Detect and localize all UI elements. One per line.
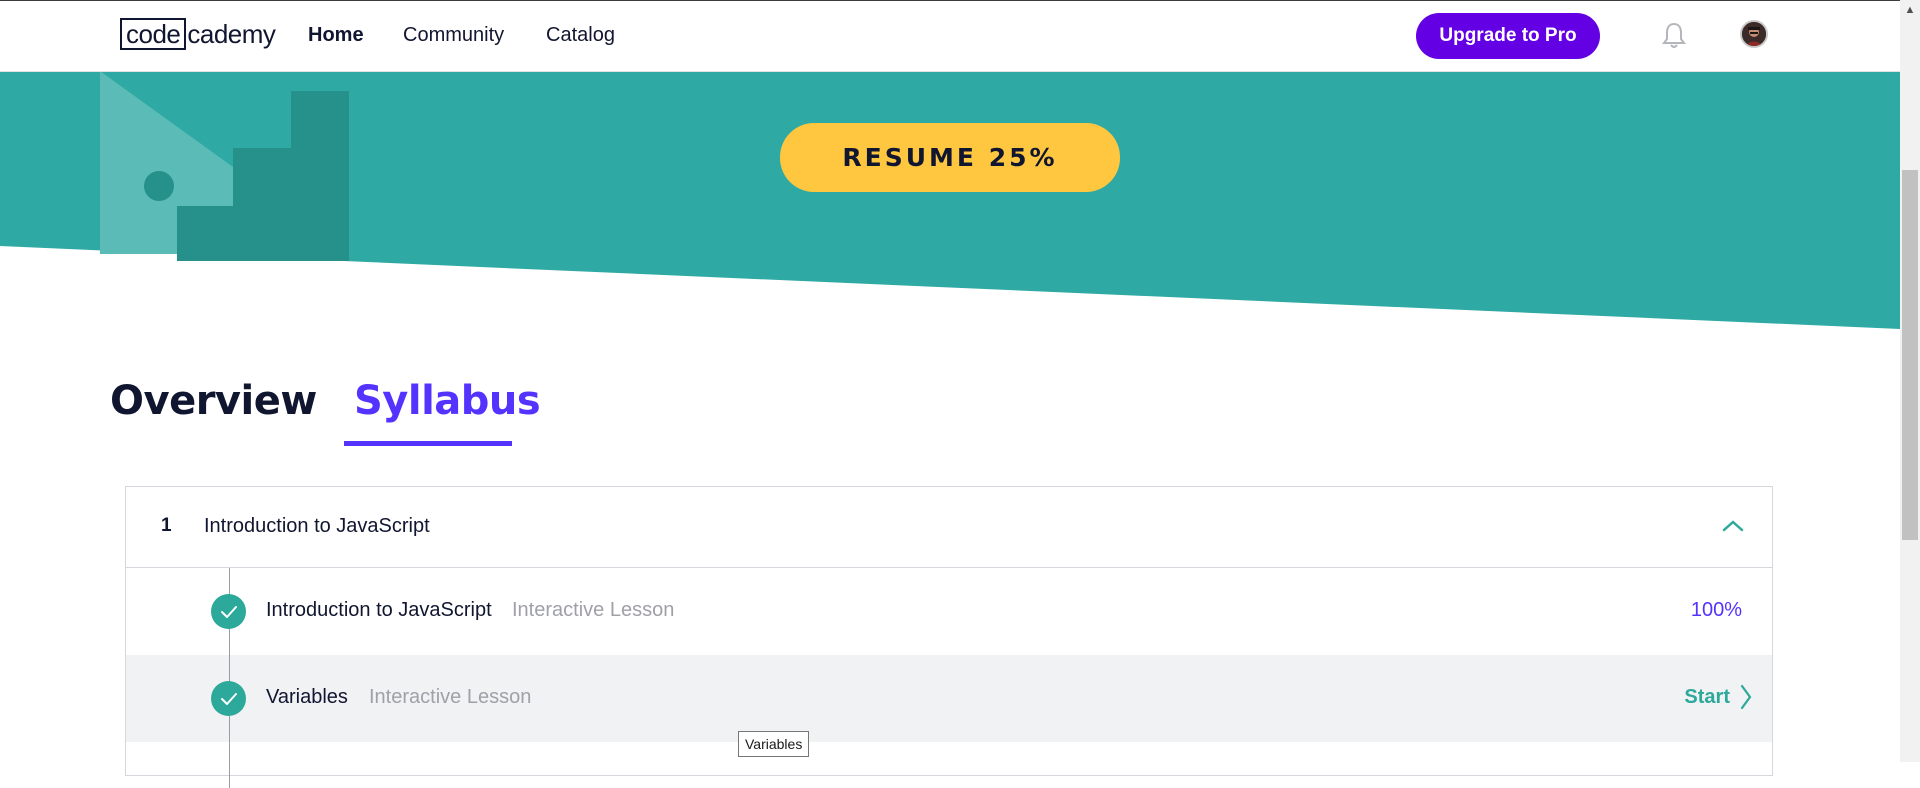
upgrade-to-pro-button[interactable]: Upgrade to Pro: [1416, 13, 1600, 59]
chevron-up-icon[interactable]: [1720, 515, 1746, 537]
lesson-type: Interactive Lesson: [369, 686, 532, 708]
lesson-row[interactable]: Introduction to JavaScript Interactive L…: [126, 568, 1772, 655]
active-tab-indicator: [344, 441, 512, 446]
tab-syllabus[interactable]: Syllabus: [354, 378, 541, 424]
chevron-right-icon: [1740, 684, 1752, 710]
start-label: Start: [1684, 685, 1730, 708]
lesson-type: Interactive Lesson: [512, 599, 675, 621]
course-hero-banner: RESUME 25%: [0, 71, 1900, 331]
bell-icon[interactable]: [1661, 22, 1687, 50]
codecademy-logo[interactable]: code cademy: [120, 17, 276, 51]
lesson-start-button[interactable]: Start: [1684, 684, 1752, 710]
hover-tooltip: Variables: [738, 731, 810, 757]
resume-course-button[interactable]: RESUME 25%: [780, 123, 1120, 192]
nav-catalog-link[interactable]: Catalog: [546, 0, 615, 71]
logo-text: cademy: [187, 18, 276, 49]
module-header[interactable]: 1 Introduction to JavaScript: [126, 487, 1772, 568]
lesson-row[interactable]: Variables Interactive Lesson Start: [126, 655, 1772, 742]
completed-check-icon: [211, 681, 246, 716]
user-avatar[interactable]: [1740, 20, 1768, 48]
scroll-up-arrow-icon[interactable]: ▲: [1900, 0, 1920, 20]
syllabus-module-card: 1 Introduction to JavaScript Introductio…: [125, 486, 1773, 788]
module-number: 1: [161, 515, 172, 536]
top-navigation-bar: code cademy Home Community Catalog Upgrad…: [0, 0, 1900, 72]
logo-code-box: code: [120, 18, 187, 50]
avatar-icon: [1742, 22, 1766, 46]
lesson-progress-percent: 100%: [1690, 599, 1742, 621]
nav-home-link[interactable]: Home: [308, 0, 364, 71]
nav-community-link[interactable]: Community: [403, 0, 504, 71]
lesson-name: Variables: [266, 686, 348, 708]
completed-check-icon: [211, 594, 246, 629]
module-title: Introduction to JavaScript: [204, 515, 430, 537]
page-scrollbar[interactable]: ▲: [1900, 0, 1920, 762]
hero-background-illustration: [0, 71, 1900, 329]
tab-overview[interactable]: Overview: [110, 378, 317, 424]
scrollbar-thumb[interactable]: [1902, 170, 1918, 540]
lesson-name: Introduction to JavaScript: [266, 599, 492, 621]
window-top-edge: [0, 0, 1920, 1]
